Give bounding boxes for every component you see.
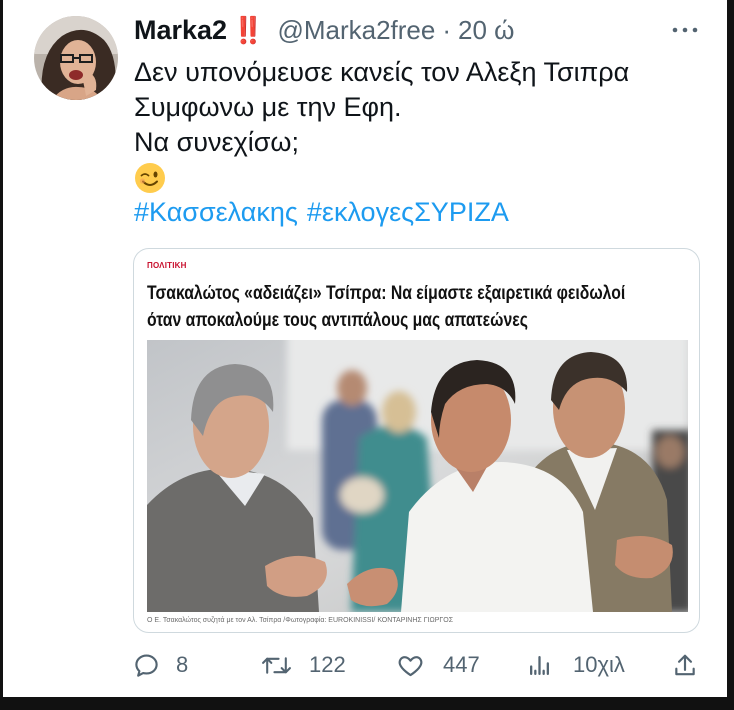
article-photo — [147, 340, 688, 612]
screen-frame-right — [727, 0, 734, 710]
tweet-header: Marka2 ‼️ @Marka2free · 20 ώ — [134, 10, 514, 50]
media-card[interactable]: ΠΟΛΙΤΙΚΗ Τσακαλώτος «αδειάζει» Τσίπρα: Ν… — [133, 248, 700, 633]
article-headline-line: Τσακαλώτος «αδειάζει» Τσίπρα: Να είμαστε… — [147, 280, 688, 307]
tweet-text: Δεν υπονόμευσε κανείς τον Αλεξη Τσιπρα Σ… — [134, 55, 719, 230]
views-icon — [530, 655, 549, 675]
views-count: 10χιλ — [573, 652, 625, 677]
screen-frame-left — [0, 0, 3, 710]
article-category: ΠΟΛΙΤΙΚΗ — [147, 261, 187, 270]
tweet-emoji-line — [134, 160, 719, 195]
avatar-image — [34, 16, 118, 100]
hashtag-link[interactable]: #Κασσελακης — [134, 197, 298, 227]
heart-icon — [398, 655, 423, 676]
screen-frame-bottom — [0, 697, 734, 710]
retweet-button[interactable]: 122 — [261, 650, 346, 680]
more-horizontal-icon[interactable] — [670, 22, 700, 38]
reply-button[interactable]: 8 — [133, 650, 188, 680]
reply-count: 8 — [176, 652, 189, 677]
article-headline: Τσακαλώτος «αδειάζει» Τσίπρα: Να είμαστε… — [147, 280, 688, 334]
retweet-icon — [262, 656, 291, 674]
tweet-text-line: Δεν υπονόμευσε κανείς τον Αλεξη Τσιπρα — [134, 57, 630, 87]
article-headline-line: όταν αποκαλούμε τους αντιπάλους μας απατ… — [147, 307, 688, 334]
share-button[interactable] — [672, 650, 698, 680]
retweet-count: 122 — [309, 652, 346, 677]
tweet-hashtags: #Κασσελακης #εκλογεςΣΥΡΙΖΑ — [134, 195, 719, 230]
tweet-screen: Marka2 ‼️ @Marka2free · 20 ώ Δεν υπονόμε… — [0, 0, 734, 710]
header-separator: · — [442, 15, 452, 45]
article-headline-text: όταν αποκαλούμε τους αντιπάλους μας απατ… — [147, 310, 528, 331]
like-count: 447 — [443, 652, 480, 677]
avatar[interactable] — [34, 16, 118, 100]
tweet-timestamp[interactable]: 20 ώ — [458, 10, 514, 50]
photo-caption: Ο Ε. Τσακαλώτος συζητά με τον Αλ. Τσίπρα… — [147, 617, 454, 624]
author-name-emoji: ‼️ — [232, 16, 264, 46]
like-button[interactable]: 447 — [396, 650, 480, 680]
views-button[interactable]: 10χιλ — [527, 650, 625, 680]
author-handle[interactable]: @Marka2free — [277, 10, 435, 50]
tweet-text-line: Συμφωνω με την Εφη. — [134, 92, 402, 122]
tweet-text-line: Να συνεχίσω; — [134, 127, 299, 157]
winking-face-emoji — [135, 162, 165, 193]
share-icon — [675, 654, 695, 675]
hashtag-link[interactable]: #εκλογεςΣΥΡΙΖΑ — [307, 197, 509, 227]
article-headline-text: Τσακαλώτος «αδειάζει» Τσίπρα: Να είμαστε… — [147, 283, 626, 304]
reply-icon — [135, 654, 158, 677]
author-name[interactable]: Marka2 — [134, 10, 227, 50]
